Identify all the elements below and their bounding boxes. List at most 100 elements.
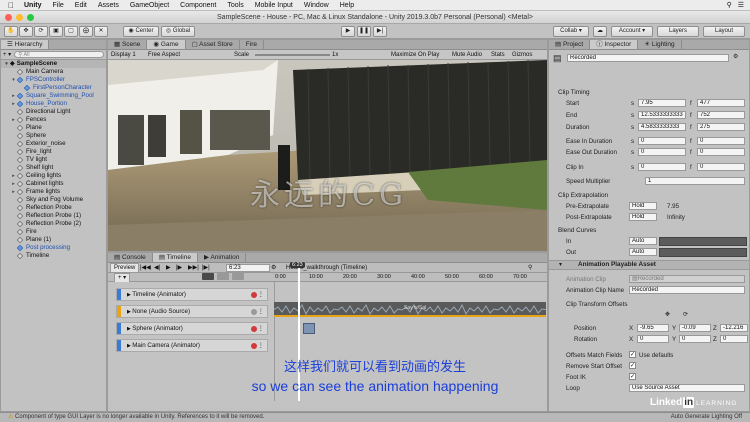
hierarchy-item[interactable]: Plane (1) — [1, 236, 106, 244]
position-x-field[interactable]: -9.65 — [637, 324, 669, 332]
menu-edit[interactable]: Edit — [75, 2, 87, 9]
ease-out-frames-field[interactable]: 0 — [697, 148, 745, 156]
custom-tool-button[interactable]: ✕ — [94, 26, 108, 37]
space-toggle-button[interactable]: ◎ Global — [161, 26, 195, 37]
step-button[interactable]: ▶| — [373, 26, 387, 37]
timeline-track[interactable]: ▶ Sphere (Animator) ⋮ — [116, 322, 268, 335]
control-center-icon[interactable]: ☰ — [738, 1, 744, 9]
object-name-field[interactable]: Recorded — [567, 54, 729, 62]
scale-tool-button[interactable]: ▣ — [49, 26, 63, 37]
position-y-field[interactable]: -0.09 — [679, 324, 711, 332]
rotation-z-field[interactable]: 0 — [720, 335, 748, 343]
prev-frame-icon[interactable]: ◀| — [154, 263, 160, 273]
speed-field[interactable]: 1 — [645, 177, 745, 185]
tab-animation[interactable]: ▶ Animation — [198, 253, 247, 262]
marker-icon[interactable] — [232, 273, 244, 280]
tab-timeline[interactable]: ▤ Timeline — [152, 253, 198, 262]
display-dropdown[interactable]: Display 1 — [111, 50, 136, 60]
time-ruler[interactable]: 0:00 10:00 20:00 30:00 40:00 50:00 60:00 70:00 — [273, 273, 545, 282]
timeline-track[interactable]: ▶ Timeline (Animator) ⋮ — [116, 288, 268, 301]
animation-clip-name-field[interactable]: Recorded — [629, 286, 745, 294]
menu-help[interactable]: Help — [340, 2, 354, 9]
hierarchy-item[interactable]: TV light — [1, 156, 106, 164]
track-menu-icon[interactable]: ⋮ — [258, 340, 264, 352]
lock-icon[interactable]: ⚲ — [528, 263, 532, 273]
pivot-toggle-button[interactable]: ◉ Center — [123, 26, 159, 37]
minimize-window-icon[interactable] — [16, 14, 23, 21]
playhead-time[interactable]: 6:23 — [290, 262, 305, 268]
layers-dropdown[interactable]: Layers — [657, 26, 699, 37]
tab-inspector[interactable]: ⓘ Inspector — [590, 40, 639, 49]
track-menu-icon[interactable]: ⋮ — [258, 306, 264, 318]
hierarchy-item[interactable]: Main Camera — [1, 68, 106, 76]
menu-tools[interactable]: Tools — [227, 2, 243, 9]
goto-end-icon[interactable]: ▶▶| — [188, 263, 199, 273]
track-menu-icon[interactable]: ⋮ — [258, 289, 264, 301]
tab-asset-store[interactable]: ▢ Asset Store — [186, 40, 240, 49]
zoom-window-icon[interactable] — [27, 14, 34, 21]
search-icon[interactable]: ⚲ — [727, 1, 732, 9]
start-seconds-field[interactable]: 7.95 — [638, 99, 686, 107]
gear-icon[interactable]: ⚙ — [733, 53, 739, 60]
create-dropdown[interactable]: + ▾ — [3, 51, 11, 58]
record-icon[interactable] — [251, 343, 257, 349]
clip-in-seconds-field[interactable]: 0 — [638, 163, 686, 171]
blend-out-dropdown[interactable]: Auto — [629, 248, 657, 256]
menu-unity[interactable]: Unity — [24, 2, 42, 9]
hierarchy-item[interactable]: Sphere — [1, 132, 106, 140]
remove-start-offset-checkbox[interactable]: ✓ — [629, 362, 636, 369]
pre-extrapolate-dropdown[interactable]: Hold — [629, 202, 657, 210]
frame-field[interactable]: 6:23 — [226, 264, 270, 272]
hierarchy-search-input[interactable]: ⚲ All — [14, 51, 104, 58]
curve-icon[interactable] — [217, 273, 229, 280]
start-frames-field[interactable]: 477 — [697, 99, 745, 107]
track-menu-icon[interactable]: ⋮ — [258, 323, 264, 335]
ease-out-seconds-field[interactable]: 0 — [638, 148, 686, 156]
gear-icon[interactable]: ⚙ — [271, 263, 276, 273]
menu-gameobject[interactable]: GameObject — [130, 2, 169, 9]
hierarchy-item[interactable]: Post processing — [1, 244, 106, 252]
tab-scene[interactable]: ▦ Scene — [108, 40, 148, 49]
rotation-y-field[interactable]: 0 — [679, 335, 711, 343]
expand-arrow-icon[interactable]: ▾ — [3, 60, 10, 68]
hierarchy-item[interactable]: ▸ Frame lights — [1, 188, 106, 196]
clip-in-frames-field[interactable]: 0 — [697, 163, 745, 171]
goto-start-icon[interactable]: |◀◀ — [140, 263, 151, 273]
hierarchy-item[interactable]: ▸ Square_Swimming_Pool — [1, 92, 106, 100]
move-tool-button[interactable]: ✥ — [19, 26, 33, 37]
tab-hierarchy[interactable]: ☰ Hierarchy — [1, 40, 50, 49]
tab-project[interactable]: ▤ Project — [549, 40, 591, 49]
record-icon[interactable] — [251, 292, 257, 298]
hierarchy-item[interactable]: FirstPersonCharacter — [1, 84, 106, 92]
hierarchy-item[interactable]: Reflection Probe (1) — [1, 212, 106, 220]
play-icon[interactable]: ▶ — [166, 263, 171, 273]
menu-component[interactable]: Component — [180, 2, 216, 9]
post-extrapolate-dropdown[interactable]: Hold — [629, 213, 657, 221]
hierarchy-item[interactable]: ▸ Ceiling lights — [1, 172, 106, 180]
record-icon[interactable] — [251, 309, 257, 315]
loop-icon[interactable]: |▶| — [202, 263, 210, 273]
game-render-view[interactable] — [108, 60, 547, 251]
hand-tool-button[interactable]: ✋ — [4, 26, 18, 37]
blend-in-dropdown[interactable]: Auto — [629, 237, 657, 245]
clip-edit-mode-icon[interactable] — [202, 273, 214, 280]
ease-in-frames-field[interactable]: 0 — [697, 137, 745, 145]
account-button[interactable]: Account ▾ — [611, 26, 653, 37]
rotate-tool-button[interactable]: ⟳ — [34, 26, 48, 37]
stats-toggle[interactable]: Stats — [491, 50, 505, 60]
duration-frames-field[interactable]: 275 — [697, 123, 745, 131]
blend-in-curve[interactable] — [659, 237, 747, 246]
hierarchy-item[interactable]: Reflection Probe — [1, 204, 106, 212]
hierarchy-item[interactable]: Fire_light — [1, 148, 106, 156]
hierarchy-item[interactable]: Exterior_noise — [1, 140, 106, 148]
tab-lighting[interactable]: ☀ Lighting — [638, 40, 682, 49]
offsets-match-checkbox[interactable]: ✓ — [629, 351, 636, 358]
next-frame-icon[interactable]: |▶ — [176, 263, 182, 273]
play-button[interactable]: ▶ — [341, 26, 355, 37]
transform-tool-button[interactable]: ⨁ — [79, 26, 93, 37]
preview-toggle[interactable]: Preview — [110, 263, 140, 273]
gizmos-dropdown[interactable]: Gizmos — [512, 50, 532, 60]
timeline-track[interactable]: ▶ None (Audio Source) ⋮ — [116, 305, 268, 318]
blend-out-curve[interactable] — [659, 248, 747, 257]
hierarchy-item[interactable]: Reflection Probe (2) — [1, 220, 106, 228]
